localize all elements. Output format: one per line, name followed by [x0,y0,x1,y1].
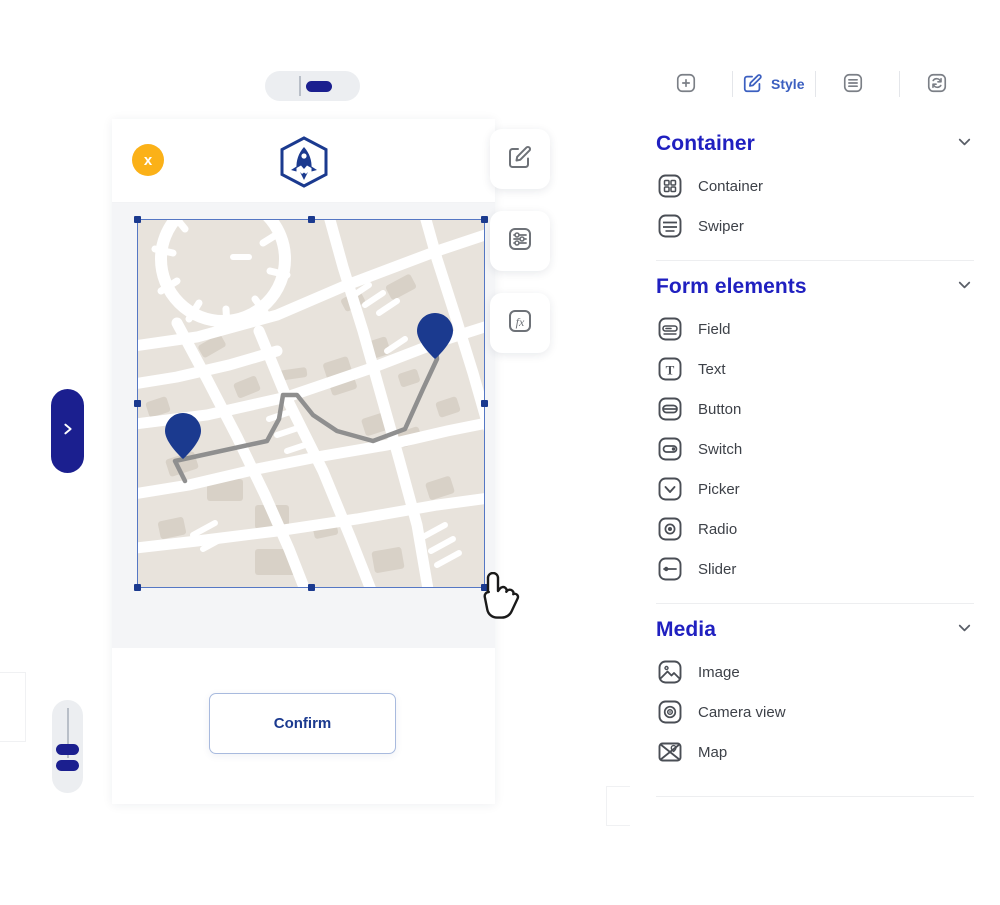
handle-tick [299,76,301,96]
close-badge[interactable]: x [132,144,164,176]
map-component[interactable] [137,219,485,588]
tab-style[interactable]: Style [731,62,816,106]
group-form-elements: Form elements Field T Text Button Switch… [630,261,1000,589]
group-media-header[interactable]: Media [656,604,974,652]
confirm-button[interactable]: Confirm [209,693,396,754]
background-card-fragment-left [0,672,26,742]
hand-cursor [476,571,520,620]
slider-icon [656,556,683,583]
component-item-switch[interactable]: Switch [656,429,974,469]
refresh-icon [926,72,948,97]
container-icon [656,173,683,200]
group-divider-3 [656,796,974,797]
chevron-down-icon[interactable] [955,275,974,299]
fx-icon: fx [507,308,533,339]
button-icon [656,396,683,423]
picker-icon [656,476,683,503]
components-panel: Style Container Container Swiper Form el… [630,0,1000,905]
field-icon [656,316,683,343]
camera-icon [656,699,683,726]
component-item-swiper-label: Swiper [698,217,744,235]
edit-square-icon [742,72,764,97]
chevron-down-icon[interactable] [955,618,974,642]
component-item-map[interactable]: Map [656,732,974,772]
chevron-down-icon[interactable] [955,132,974,156]
tab-layers[interactable] [815,62,899,106]
component-item-field-label: Field [698,320,731,338]
component-item-text-label: Text [698,360,726,378]
group-media-title: Media [656,618,717,641]
rocket-logo [275,135,333,189]
plus-icon [675,72,697,97]
phone-preview: x Confirm [112,119,495,804]
radio-icon [656,516,683,543]
functions-tool-button[interactable]: fx [490,293,550,353]
canvas-top-handle-bar[interactable] [265,71,360,101]
component-item-button[interactable]: Button [656,389,974,429]
zoom-slider[interactable] [52,700,83,793]
component-item-slider-label: Slider [698,560,737,578]
floating-toolbar: fx [490,129,550,375]
component-item-button-label: Button [698,400,742,418]
component-item-image[interactable]: Image [656,652,974,692]
handle-pill[interactable] [306,81,332,92]
component-item-radio-label: Radio [698,520,738,538]
app-root: x Confirm fx Style Container Container S… [0,0,1000,905]
component-item-map-label: Map [698,743,728,761]
svg-text:fx: fx [516,315,525,329]
chevron-right-icon [61,422,75,441]
swiper-icon [656,213,683,240]
tab-style-label: Style [771,76,805,92]
group-media: Media Image Camera view Map [630,604,1000,782]
image-icon [656,659,683,686]
component-item-camera-view[interactable]: Camera view [656,692,974,732]
component-item-text[interactable]: T Text [656,349,974,389]
group-form-elements-title: Form elements [656,275,807,298]
settings-tool-button[interactable] [490,211,550,271]
component-item-switch-label: Switch [698,440,743,458]
component-item-picker-label: Picker [698,480,740,498]
list-icon [842,72,864,97]
panel-tab-bar: Style [648,62,982,106]
group-container-title: Container [656,132,755,155]
component-item-field[interactable]: Field [656,309,974,349]
map-icon [656,739,683,766]
slider-knob-upper[interactable] [56,744,79,755]
canvas-next-button[interactable] [51,389,84,473]
design-canvas: x Confirm fx [0,0,684,905]
sliders-icon [507,226,533,257]
component-item-swiper[interactable]: Swiper [656,206,974,246]
phone-header: x [112,119,495,203]
svg-text:T: T [665,363,674,378]
group-container-header[interactable]: Container [656,118,974,166]
group-container: Container Container Swiper [630,118,1000,246]
components-list: Container Container Swiper Form elements… [630,118,1000,878]
edit-icon [507,144,533,175]
component-item-slider[interactable]: Slider [656,549,974,589]
component-item-camera-view-label: Camera view [698,703,786,721]
component-item-radio[interactable]: Radio [656,509,974,549]
slider-knob-lower[interactable] [56,760,79,771]
component-item-container-label: Container [698,177,764,195]
group-form-elements-header[interactable]: Form elements [656,261,974,309]
text-icon: T [656,356,683,383]
tab-add[interactable] [648,62,732,106]
component-item-picker[interactable]: Picker [656,469,974,509]
switch-icon [656,436,683,463]
edit-tool-button[interactable] [490,129,550,189]
tab-sync[interactable] [898,62,983,106]
component-item-image-label: Image [698,663,740,681]
component-item-container[interactable]: Container [656,166,974,206]
